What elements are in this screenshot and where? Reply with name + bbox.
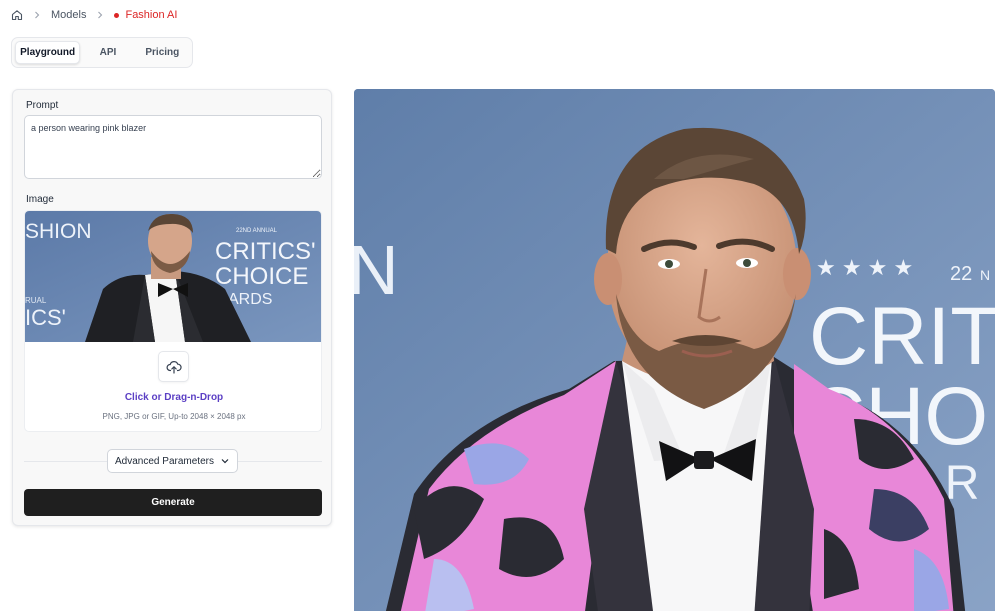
svg-text:N: N <box>354 231 399 309</box>
svg-text:★ ★ ★ ★: ★ ★ ★ ★ <box>816 255 913 280</box>
advanced-parameters-button[interactable]: Advanced Parameters <box>107 449 238 473</box>
breadcrumb: Models Fashion AI <box>11 7 177 23</box>
status-dot-icon <box>114 12 120 18</box>
svg-text:CHOICE: CHOICE <box>215 263 308 290</box>
svg-text:RUAL: RUAL <box>25 296 47 305</box>
uploaded-image-thumbnail: SHION RUAL ICS' 22ND ANNUAL CRITICS' CHO… <box>25 211 321 342</box>
prompt-label: Prompt <box>26 100 59 111</box>
svg-text:N: N <box>980 267 990 283</box>
upload-cta[interactable]: Click or Drag-n-Drop <box>25 392 321 403</box>
breadcrumb-current: Fashion AI <box>125 9 178 21</box>
svg-text:ARDS: ARDS <box>228 291 272 308</box>
chevron-right-icon <box>95 10 105 20</box>
chevron-down-icon <box>220 456 230 466</box>
upload-hint: PNG, JPG or GIF, Up-to 2048 × 2048 px <box>102 412 246 421</box>
tab-pricing[interactable]: Pricing <box>136 41 189 64</box>
cloud-upload-icon[interactable] <box>158 351 189 382</box>
svg-text:22: 22 <box>950 263 972 285</box>
playground-form: Prompt Image SHION RUAL ICS' 22ND ANNUAL… <box>12 89 332 526</box>
tab-bar: Playground API Pricing <box>11 37 193 68</box>
breadcrumb-models[interactable]: Models <box>51 9 86 21</box>
image-label: Image <box>26 194 54 205</box>
home-icon[interactable] <box>11 9 23 21</box>
svg-text:22ND ANNUAL: 22ND ANNUAL <box>236 228 278 234</box>
svg-text:CRITICS': CRITICS' <box>215 238 316 265</box>
advanced-parameters-label: Advanced Parameters <box>115 455 214 467</box>
chevron-right-icon <box>32 10 42 20</box>
generate-button[interactable]: Generate <box>24 489 322 516</box>
svg-text:CRITI: CRITI <box>809 291 995 382</box>
tab-api[interactable]: API <box>80 41 135 64</box>
prompt-input[interactable] <box>24 115 322 179</box>
thumb-backdrop-text: SHION <box>25 220 92 243</box>
image-dropzone[interactable]: SHION RUAL ICS' 22ND ANNUAL CRITICS' CHO… <box>24 210 322 432</box>
tab-playground[interactable]: Playground <box>15 41 81 64</box>
svg-text:ICS': ICS' <box>25 305 66 330</box>
generated-output-image: N ★ ★ ★ ★ 22 N CRITI CHOI A R <box>354 89 995 611</box>
